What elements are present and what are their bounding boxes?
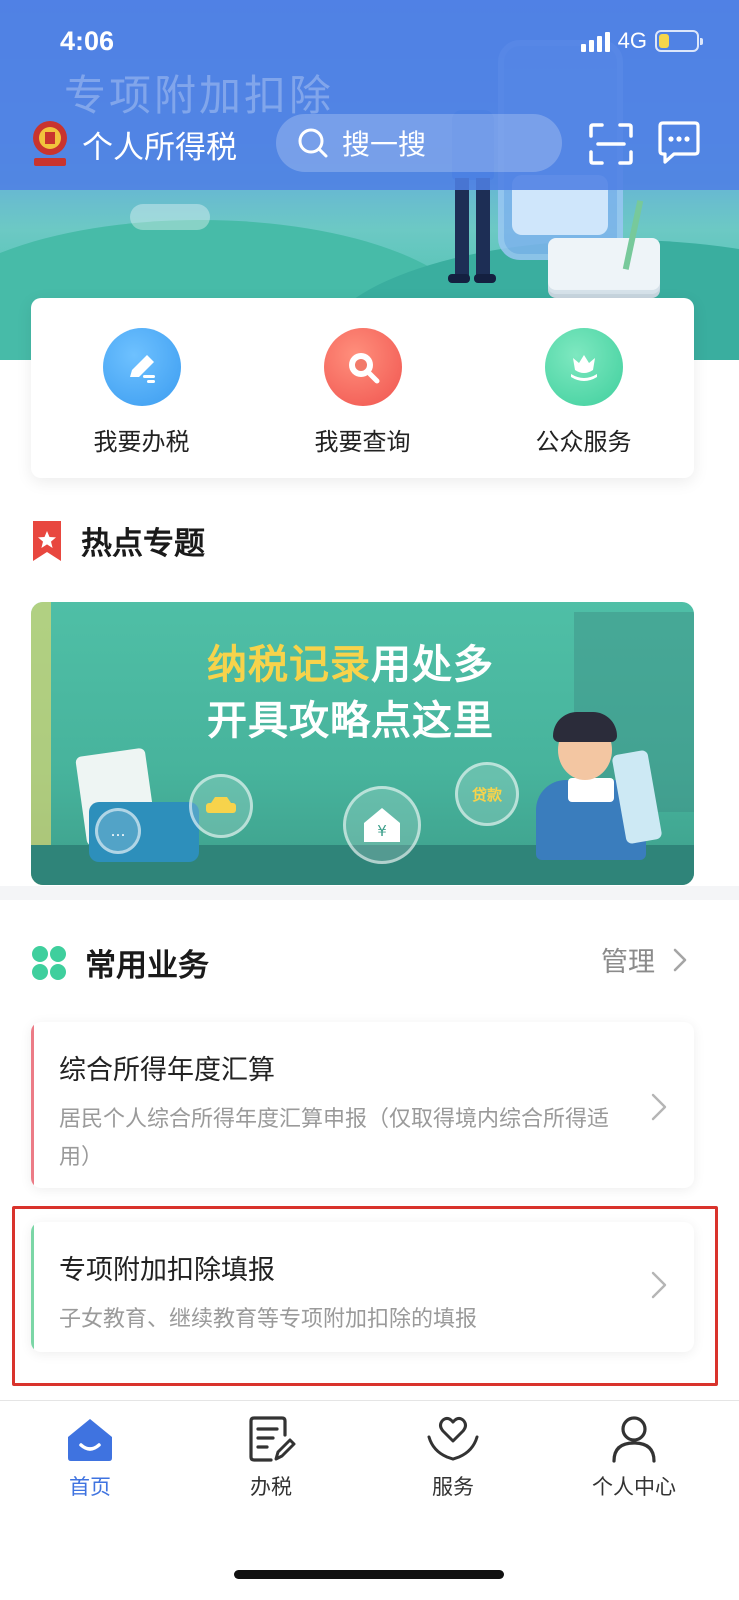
bookmark-star-icon [33,520,61,561]
network-type: 4G [617,28,647,53]
search-icon [298,128,328,158]
man-collar [568,778,614,802]
nav-label: 办税 [250,1475,292,1499]
quick-action-query[interactable]: 我要查询 [273,328,453,457]
person-shoe [448,274,470,283]
scan-icon[interactable] [588,122,634,166]
nav-tab-service[interactable]: 服务 [378,1415,528,1501]
common-services-header: 常用业务 [31,940,209,985]
section-title: 常用业务 [85,948,209,984]
nav-tab-home[interactable]: 首页 [15,1415,165,1501]
bubble-chat-label: … [110,822,126,840]
nav-tab-tax[interactable]: 办税 [196,1415,346,1501]
quick-action-label: 我要查询 [314,428,411,456]
card-accent-bar [31,1022,34,1188]
message-icon[interactable] [656,120,702,166]
document-edit-icon [249,1416,296,1462]
nav-label: 首页 [69,1475,111,1499]
chevron-right-icon [673,948,687,971]
quick-action-tax[interactable]: 我要办税 [52,328,232,457]
section-title: 热点专题 [81,526,205,562]
quick-action-label: 我要办税 [93,428,190,456]
battery-icon [655,30,703,52]
nav-tab-profile[interactable]: 个人中心 [559,1415,709,1501]
quick-actions-card: 我要办税 我要查询 公众服务 [31,298,694,478]
search-placeholder: 搜一搜 [342,128,427,161]
cards-illustration [548,238,660,290]
quick-action-label: 公众服务 [535,428,632,456]
app-title: 个人所得税 [82,130,237,166]
signal-icon [580,30,610,52]
hot-topic-banner[interactable]: 纳税记录用处多 开具攻略点这里 ¥ 贷款 … [31,602,694,885]
chat-bubble: … [95,808,141,854]
person-shoe [474,274,496,283]
banner-headline-line1: 纳税记录用处多 [207,632,494,690]
man-hair [553,712,617,742]
nav-label: 个人中心 [592,1475,676,1499]
cloud-shape [130,204,210,230]
banner-headline-line2: 开具攻略点这里 [207,698,494,744]
nav-label: 服务 [432,1475,474,1499]
pencil-edit-icon [102,328,181,406]
search-bar[interactable]: 搜一搜 [276,114,562,172]
banner-headline-rest: 用处多 [371,642,494,688]
chevron-right-icon [651,1093,667,1121]
status-icons: 4G [580,28,703,54]
bubble-currency-label: ¥ [377,822,387,840]
loan-bubble: 贷款 [455,762,519,826]
tax-emblem-icon [33,121,67,166]
banner-decoration [31,602,51,885]
bubble-loan-label: 贷款 [471,785,502,804]
person-leg [476,178,490,278]
status-time: 4:06 [60,26,115,56]
banner-highlight-text: 纳税记录 [207,642,371,688]
home-icon [68,1419,112,1461]
manage-label: 管理 [601,947,655,978]
section-divider [0,886,739,900]
home-indicator[interactable] [234,1570,504,1579]
car-icon [189,774,253,838]
manage-link[interactable]: 管理 [601,940,689,979]
service-card-annual-settlement[interactable]: 综合所得年度汇算 居民个人综合所得年度汇算申报（仅取得境内综合所得适用） [31,1022,694,1188]
app-screen: 专项附加扣除 4:06 4G 个人所得税 搜一搜 我要办税 我要查询 公众服务 … [0,0,739,1600]
house-currency-icon: ¥ [343,786,421,864]
hot-topics-header: 热点专题 [31,518,205,563]
person-icon [612,1416,656,1463]
magnifier-icon [323,328,402,406]
person-leg [455,178,469,278]
hero-background-title: 专项附加扣除 [64,71,335,120]
service-description: 居民个人综合所得年度汇算申报（仅取得境内综合所得适用） [59,1107,610,1170]
tulip-icon [544,328,623,406]
highlight-annotation-box [12,1206,718,1386]
four-leaf-icon [32,945,66,980]
quick-action-public-service[interactable]: 公众服务 [494,328,674,457]
heart-hands-icon [427,1416,479,1461]
service-title: 综合所得年度汇算 [59,1055,275,1086]
